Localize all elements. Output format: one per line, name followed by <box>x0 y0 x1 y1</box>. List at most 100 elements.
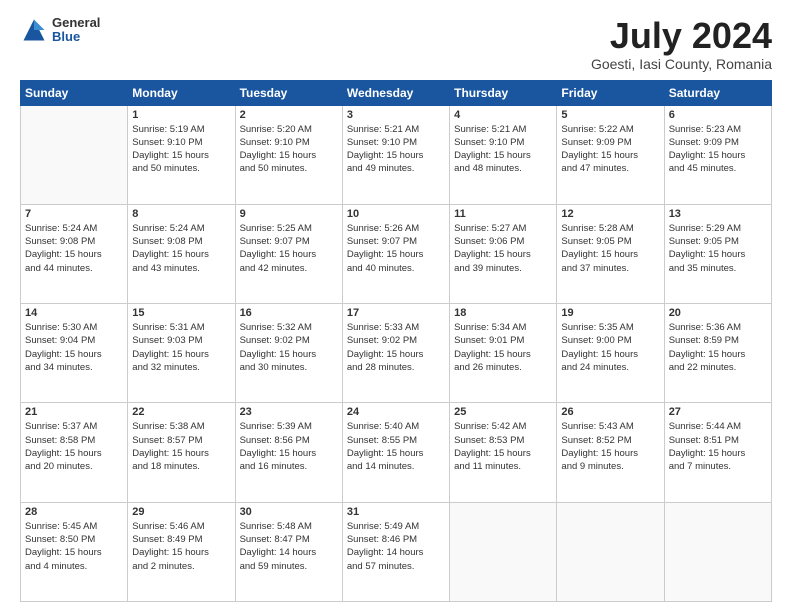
day-number: 10 <box>347 208 445 220</box>
day-info: Sunrise: 5:34 AM Sunset: 9:01 PM Dayligh… <box>454 321 552 374</box>
day-number: 31 <box>347 506 445 518</box>
col-thursday: Thursday <box>450 80 557 105</box>
calendar-cell: 7 Sunrise: 5:24 AM Sunset: 9:08 PM Daylig… <box>21 204 128 303</box>
day-info: Sunrise: 5:19 AM Sunset: 9:10 PM Dayligh… <box>132 123 230 176</box>
calendar-cell <box>450 502 557 601</box>
day-info: Sunrise: 5:33 AM Sunset: 9:02 PM Dayligh… <box>347 321 445 374</box>
calendar-cell: 17 Sunrise: 5:33 AM Sunset: 9:02 PM Dayli… <box>342 304 449 403</box>
day-number: 16 <box>240 307 338 319</box>
location-subtitle: Goesti, Iasi County, Romania <box>591 56 772 72</box>
day-number: 3 <box>347 109 445 121</box>
day-number: 6 <box>669 109 767 121</box>
day-info: Sunrise: 5:39 AM Sunset: 8:56 PM Dayligh… <box>240 420 338 473</box>
day-number: 25 <box>454 406 552 418</box>
logo-icon <box>20 16 48 44</box>
page: General Blue July 2024 Goesti, Iasi Coun… <box>0 0 792 612</box>
day-info: Sunrise: 5:21 AM Sunset: 9:10 PM Dayligh… <box>454 123 552 176</box>
day-info: Sunrise: 5:21 AM Sunset: 9:10 PM Dayligh… <box>347 123 445 176</box>
calendar-cell: 1Sunrise: 5:19 AM Sunset: 9:10 PM Daylig… <box>128 105 235 204</box>
day-info: Sunrise: 5:40 AM Sunset: 8:55 PM Dayligh… <box>347 420 445 473</box>
day-number: 19 <box>561 307 659 319</box>
logo-general: General <box>52 16 100 30</box>
calendar-cell: 11 Sunrise: 5:27 AM Sunset: 9:06 PM Dayli… <box>450 204 557 303</box>
day-info: Sunrise: 5:49 AM Sunset: 8:46 PM Dayligh… <box>347 520 445 573</box>
day-number: 5 <box>561 109 659 121</box>
calendar-cell: 15Sunrise: 5:31 AM Sunset: 9:03 PM Dayli… <box>128 304 235 403</box>
day-number: 23 <box>240 406 338 418</box>
day-number: 12 <box>561 208 659 220</box>
calendar-cell: 19 Sunrise: 5:35 AM Sunset: 9:00 PM Dayli… <box>557 304 664 403</box>
logo-text: General Blue <box>52 16 100 45</box>
calendar-table: Sunday Monday Tuesday Wednesday Thursday… <box>20 80 772 602</box>
day-info: Sunrise: 5:35 AM Sunset: 9:00 PM Dayligh… <box>561 321 659 374</box>
calendar-cell: 25 Sunrise: 5:42 AM Sunset: 8:53 PM Dayli… <box>450 403 557 502</box>
title-block: July 2024 Goesti, Iasi County, Romania <box>591 16 772 72</box>
calendar-cell: 2 Sunrise: 5:20 AM Sunset: 9:10 PM Daylig… <box>235 105 342 204</box>
week-row-3: 14 Sunrise: 5:30 AM Sunset: 9:04 PM Dayli… <box>21 304 772 403</box>
week-row-5: 28 Sunrise: 5:45 AM Sunset: 8:50 PM Dayli… <box>21 502 772 601</box>
day-number: 9 <box>240 208 338 220</box>
day-info: Sunrise: 5:46 AM Sunset: 8:49 PM Dayligh… <box>132 520 230 573</box>
col-wednesday: Wednesday <box>342 80 449 105</box>
day-info: Sunrise: 5:32 AM Sunset: 9:02 PM Dayligh… <box>240 321 338 374</box>
calendar-cell: 23 Sunrise: 5:39 AM Sunset: 8:56 PM Dayli… <box>235 403 342 502</box>
day-info: Sunrise: 5:24 AM Sunset: 9:08 PM Dayligh… <box>25 222 123 275</box>
col-sunday: Sunday <box>21 80 128 105</box>
day-number: 18 <box>454 307 552 319</box>
day-number: 14 <box>25 307 123 319</box>
day-number: 17 <box>347 307 445 319</box>
day-info: Sunrise: 5:25 AM Sunset: 9:07 PM Dayligh… <box>240 222 338 275</box>
day-number: 13 <box>669 208 767 220</box>
day-info: Sunrise: 5:20 AM Sunset: 9:10 PM Dayligh… <box>240 123 338 176</box>
day-number: 24 <box>347 406 445 418</box>
calendar-cell: 20Sunrise: 5:36 AM Sunset: 8:59 PM Dayli… <box>664 304 771 403</box>
calendar-cell: 3 Sunrise: 5:21 AM Sunset: 9:10 PM Daylig… <box>342 105 449 204</box>
calendar-cell: 10 Sunrise: 5:26 AM Sunset: 9:07 PM Dayli… <box>342 204 449 303</box>
day-number: 30 <box>240 506 338 518</box>
week-row-1: 1Sunrise: 5:19 AM Sunset: 9:10 PM Daylig… <box>21 105 772 204</box>
calendar-cell: 30Sunrise: 5:48 AM Sunset: 8:47 PM Dayli… <box>235 502 342 601</box>
logo-blue: Blue <box>52 30 100 44</box>
day-number: 7 <box>25 208 123 220</box>
day-info: Sunrise: 5:37 AM Sunset: 8:58 PM Dayligh… <box>25 420 123 473</box>
day-info: Sunrise: 5:23 AM Sunset: 9:09 PM Dayligh… <box>669 123 767 176</box>
day-number: 26 <box>561 406 659 418</box>
calendar-cell: 6 Sunrise: 5:23 AM Sunset: 9:09 PM Daylig… <box>664 105 771 204</box>
week-row-4: 21Sunrise: 5:37 AM Sunset: 8:58 PM Dayli… <box>21 403 772 502</box>
calendar-cell <box>557 502 664 601</box>
calendar-cell: 29 Sunrise: 5:46 AM Sunset: 8:49 PM Dayli… <box>128 502 235 601</box>
day-number: 27 <box>669 406 767 418</box>
day-info: Sunrise: 5:42 AM Sunset: 8:53 PM Dayligh… <box>454 420 552 473</box>
calendar-cell: 12 Sunrise: 5:28 AM Sunset: 9:05 PM Dayli… <box>557 204 664 303</box>
col-saturday: Saturday <box>664 80 771 105</box>
day-info: Sunrise: 5:28 AM Sunset: 9:05 PM Dayligh… <box>561 222 659 275</box>
day-info: Sunrise: 5:38 AM Sunset: 8:57 PM Dayligh… <box>132 420 230 473</box>
day-info: Sunrise: 5:24 AM Sunset: 9:08 PM Dayligh… <box>132 222 230 275</box>
calendar-cell: 28 Sunrise: 5:45 AM Sunset: 8:50 PM Dayli… <box>21 502 128 601</box>
day-number: 2 <box>240 109 338 121</box>
day-number: 29 <box>132 506 230 518</box>
calendar-cell: 27Sunrise: 5:44 AM Sunset: 8:51 PM Dayli… <box>664 403 771 502</box>
day-info: Sunrise: 5:26 AM Sunset: 9:07 PM Dayligh… <box>347 222 445 275</box>
calendar-cell <box>21 105 128 204</box>
calendar-cell: 5Sunrise: 5:22 AM Sunset: 9:09 PM Daylig… <box>557 105 664 204</box>
calendar-cell: 24 Sunrise: 5:40 AM Sunset: 8:55 PM Dayli… <box>342 403 449 502</box>
day-number: 20 <box>669 307 767 319</box>
logo: General Blue <box>20 16 100 45</box>
col-monday: Monday <box>128 80 235 105</box>
day-number: 28 <box>25 506 123 518</box>
calendar-cell: 21Sunrise: 5:37 AM Sunset: 8:58 PM Dayli… <box>21 403 128 502</box>
day-number: 22 <box>132 406 230 418</box>
day-info: Sunrise: 5:30 AM Sunset: 9:04 PM Dayligh… <box>25 321 123 374</box>
calendar-cell: 9 Sunrise: 5:25 AM Sunset: 9:07 PM Daylig… <box>235 204 342 303</box>
calendar-cell: 14 Sunrise: 5:30 AM Sunset: 9:04 PM Dayli… <box>21 304 128 403</box>
calendar-cell: 31 Sunrise: 5:49 AM Sunset: 8:46 PM Dayli… <box>342 502 449 601</box>
day-info: Sunrise: 5:27 AM Sunset: 9:06 PM Dayligh… <box>454 222 552 275</box>
day-info: Sunrise: 5:31 AM Sunset: 9:03 PM Dayligh… <box>132 321 230 374</box>
col-tuesday: Tuesday <box>235 80 342 105</box>
day-number: 4 <box>454 109 552 121</box>
day-number: 11 <box>454 208 552 220</box>
col-friday: Friday <box>557 80 664 105</box>
day-info: Sunrise: 5:45 AM Sunset: 8:50 PM Dayligh… <box>25 520 123 573</box>
calendar-cell: 18 Sunrise: 5:34 AM Sunset: 9:01 PM Dayli… <box>450 304 557 403</box>
